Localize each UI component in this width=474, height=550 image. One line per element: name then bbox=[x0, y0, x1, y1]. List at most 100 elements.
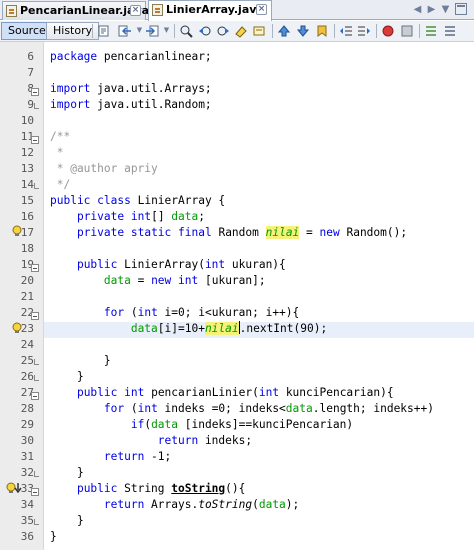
code-line[interactable]: 6 package pencarianlinear; bbox=[0, 49, 474, 65]
stop-macro-icon[interactable] bbox=[400, 24, 414, 38]
code-text[interactable]: } bbox=[50, 513, 84, 529]
close-icon[interactable]: × bbox=[130, 5, 141, 16]
code-line[interactable]: 36} bbox=[0, 529, 474, 545]
code-line[interactable]: 13 * @author apriy bbox=[0, 161, 474, 177]
line-number: 22 bbox=[20, 306, 34, 319]
line-number: 20 bbox=[20, 274, 34, 287]
hint-lightbulb-icon[interactable] bbox=[12, 322, 22, 334]
code-text[interactable]: * bbox=[50, 145, 64, 161]
code-text[interactable]: import java.util.Arrays; bbox=[50, 81, 212, 97]
java-file-icon bbox=[152, 4, 163, 16]
fold-toggle-icon[interactable] bbox=[31, 88, 39, 96]
code-text[interactable]: package pencarianlinear; bbox=[50, 49, 212, 65]
code-line[interactable]: 18 bbox=[0, 241, 474, 257]
comment-icon[interactable] bbox=[424, 24, 438, 38]
code-line[interactable]: 26 } bbox=[0, 369, 474, 385]
code-line[interactable]: 15 public class LinierArray { bbox=[0, 193, 474, 209]
back-icon[interactable] bbox=[118, 24, 132, 38]
code-text[interactable]: public class LinierArray { bbox=[50, 193, 225, 209]
fold-toggle-icon[interactable] bbox=[31, 488, 39, 496]
code-text[interactable]: public int pencarianLinier(int kunciPenc… bbox=[50, 385, 394, 401]
code-text[interactable]: } bbox=[50, 353, 111, 369]
chevron-down-icon[interactable]: ▼ bbox=[160, 24, 173, 37]
code-text[interactable]: data = new int [ukuran]; bbox=[50, 273, 266, 289]
code-line[interactable]: 27 public int pencarianLinier(int kunciP… bbox=[0, 385, 474, 401]
code-line[interactable]: 32 } bbox=[0, 465, 474, 481]
shift-left-icon[interactable] bbox=[339, 24, 353, 38]
last-edit-icon[interactable] bbox=[97, 24, 111, 38]
tab-pencarianlinear[interactable]: PencarianLinear.java × bbox=[2, 1, 149, 20]
toggle-highlight-icon[interactable] bbox=[234, 24, 248, 38]
code-text[interactable]: private int[] data; bbox=[50, 209, 205, 225]
code-line[interactable]: 31 return -1; bbox=[0, 449, 474, 465]
code-text[interactable]: private static final Random nilai = new … bbox=[50, 225, 407, 241]
code-text[interactable]: for (int indeks =0; indeks<data.length; … bbox=[50, 401, 434, 417]
code-text[interactable]: if(data [indeks]==kunciPencarian) bbox=[50, 417, 353, 433]
source-button[interactable]: Source bbox=[1, 22, 53, 40]
code-text[interactable]: * @author apriy bbox=[50, 161, 158, 177]
scroll-left-icon[interactable]: ◀ bbox=[411, 3, 424, 16]
code-line[interactable]: 7 bbox=[0, 65, 474, 81]
fold-end-icon bbox=[34, 471, 39, 477]
code-line[interactable]: 17 private static final Random nilai = n… bbox=[0, 225, 474, 241]
code-line[interactable]: 16 private int[] data; bbox=[0, 209, 474, 225]
code-line[interactable]: 19 public LinierArray(int ukuran){ bbox=[0, 257, 474, 273]
find-icon[interactable] bbox=[179, 24, 193, 38]
code-text[interactable]: for (int i=0; i<ukuran; i++){ bbox=[50, 305, 299, 321]
code-text[interactable]: } bbox=[50, 369, 84, 385]
shift-right-icon[interactable] bbox=[357, 24, 371, 38]
code-line[interactable]: 9 import java.util.Random; bbox=[0, 97, 474, 113]
fold-toggle-icon[interactable] bbox=[31, 392, 39, 400]
override-hint-icon[interactable] bbox=[6, 482, 22, 494]
code-text[interactable]: } bbox=[50, 465, 84, 481]
close-icon[interactable]: × bbox=[256, 4, 267, 15]
code-line[interactable]: 30 return indeks; bbox=[0, 433, 474, 449]
code-text[interactable]: return indeks; bbox=[50, 433, 252, 449]
code-line[interactable]: 21 bbox=[0, 289, 474, 305]
line-number: 11 bbox=[20, 130, 34, 143]
code-line[interactable]: 25 } bbox=[0, 353, 474, 369]
fold-toggle-icon[interactable] bbox=[31, 312, 39, 320]
code-line[interactable]: 28 for (int indeks =0; indeks<data.lengt… bbox=[0, 401, 474, 417]
scroll-right-icon[interactable]: ▶ bbox=[425, 3, 438, 16]
fold-toggle-icon[interactable] bbox=[31, 264, 39, 272]
code-line[interactable]: 24 bbox=[0, 337, 474, 353]
code-line[interactable]: 33 public String toString(){ bbox=[0, 481, 474, 497]
code-line[interactable]: 8 import java.util.Arrays; bbox=[0, 81, 474, 97]
toggle-rectangular-icon[interactable] bbox=[252, 24, 266, 38]
code-line[interactable]: 34 return Arrays.toString(data); bbox=[0, 497, 474, 513]
code-line[interactable]: 12 * bbox=[0, 145, 474, 161]
find-previous-icon[interactable] bbox=[198, 24, 212, 38]
code-line[interactable]: 29 if(data [indeks]==kunciPencarian) bbox=[0, 417, 474, 433]
code-text[interactable]: */ bbox=[50, 177, 70, 193]
previous-bookmark-icon[interactable] bbox=[277, 24, 291, 38]
show-opened-documents-icon[interactable]: ▼ bbox=[439, 3, 452, 16]
code-text[interactable]: return -1; bbox=[50, 449, 171, 465]
code-text[interactable]: data[i]=10+nilai.nextInt(90); bbox=[50, 321, 327, 337]
code-text[interactable]: return Arrays.toString(data); bbox=[50, 497, 299, 513]
code-line[interactable]: 23 data[i]=10+nilai.nextInt(90); bbox=[0, 321, 474, 337]
code-line[interactable]: 20 data = new int [ukuran]; bbox=[0, 273, 474, 289]
forward-icon[interactable] bbox=[145, 24, 159, 38]
code-line[interactable]: 11 /** bbox=[0, 129, 474, 145]
start-macro-icon[interactable] bbox=[381, 24, 395, 38]
next-bookmark-icon[interactable] bbox=[296, 24, 310, 38]
maximize-icon[interactable] bbox=[455, 3, 467, 15]
code-line[interactable]: 14 */ bbox=[0, 177, 474, 193]
code-text[interactable]: public LinierArray(int ukuran){ bbox=[50, 257, 286, 273]
code-text[interactable]: } bbox=[50, 529, 57, 545]
code-line[interactable]: 10 bbox=[0, 113, 474, 129]
line-number: 13 bbox=[20, 162, 34, 175]
code-text[interactable]: public String toString(){ bbox=[50, 481, 245, 497]
code-line[interactable]: 35 } bbox=[0, 513, 474, 529]
code-text[interactable]: /** bbox=[50, 129, 70, 145]
line-number: 35 bbox=[20, 514, 34, 527]
find-next-icon[interactable] bbox=[216, 24, 230, 38]
fold-toggle-icon[interactable] bbox=[31, 136, 39, 144]
code-text[interactable]: import java.util.Random; bbox=[50, 97, 212, 113]
tab-linierarray[interactable]: LinierArray.java × bbox=[148, 0, 272, 21]
uncomment-icon[interactable] bbox=[443, 24, 457, 38]
hint-lightbulb-icon[interactable] bbox=[12, 225, 22, 237]
code-line[interactable]: 22 for (int i=0; i<ukuran; i++){ bbox=[0, 305, 474, 321]
toggle-bookmark-icon[interactable] bbox=[315, 24, 329, 38]
